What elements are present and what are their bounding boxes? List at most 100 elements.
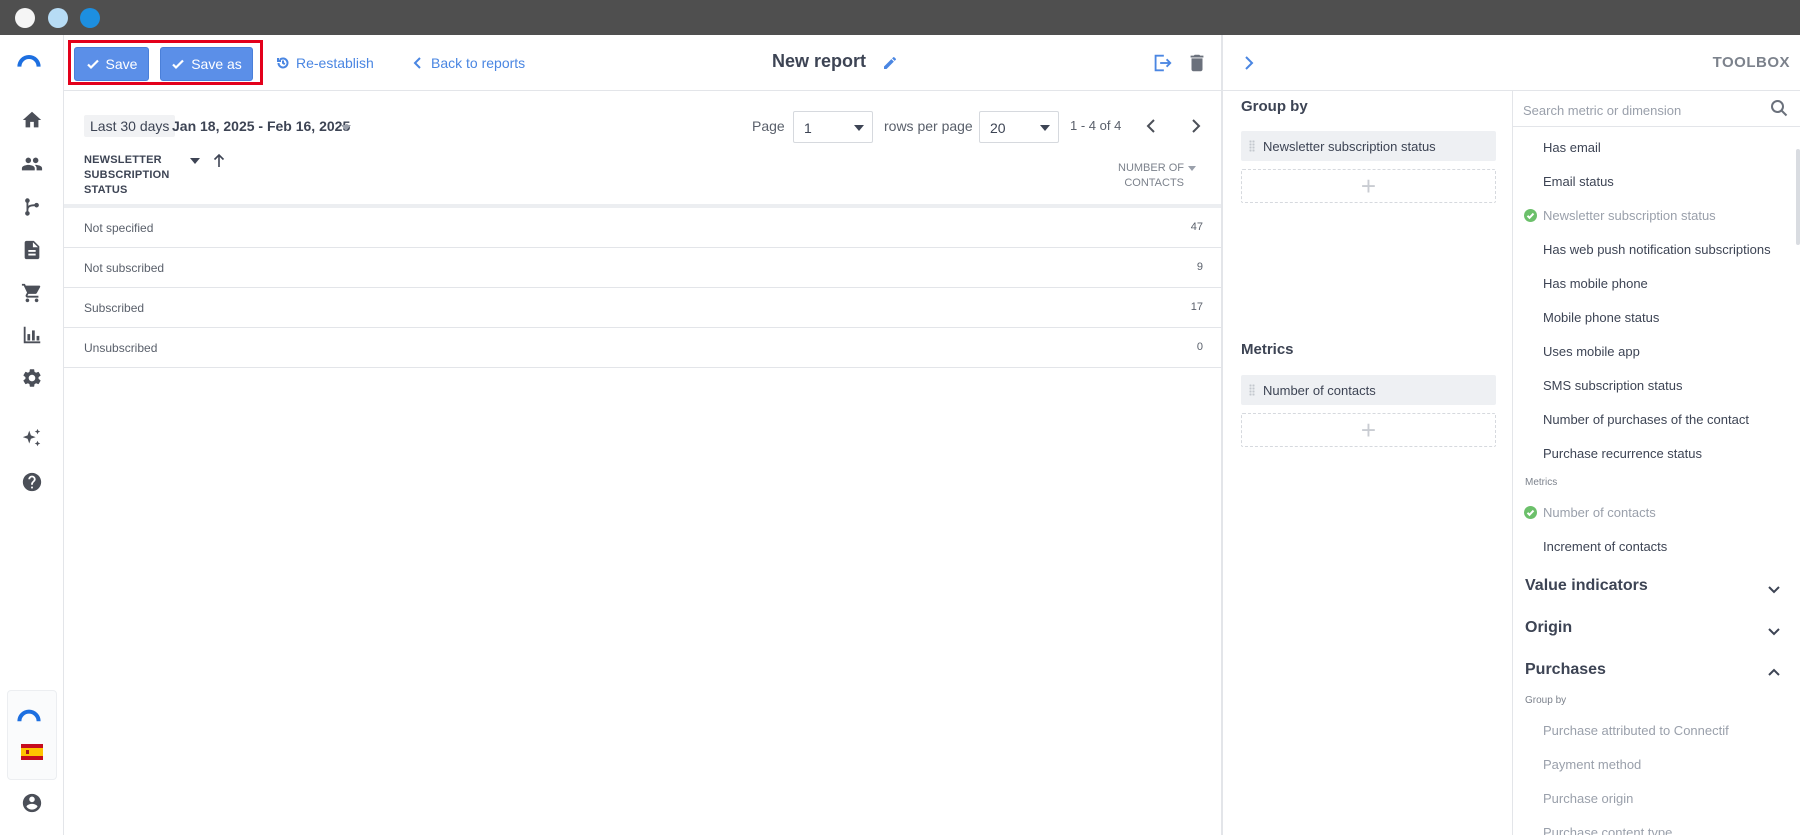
toolbox-scrollbar[interactable] [1796, 149, 1800, 245]
window-close-dot[interactable] [15, 8, 35, 28]
toolbox-item: Newsletter subscription status [1543, 208, 1716, 223]
toolbox-item[interactable]: Purchase attributed to Connectif [1543, 723, 1729, 738]
window-minimize-dot[interactable] [48, 8, 68, 28]
toolbox-item[interactable]: Payment method [1543, 757, 1641, 772]
reestablish-label: Re-establish [296, 55, 374, 71]
section-value-indicators[interactable]: Value indicators [1525, 577, 1648, 595]
toolbox-item[interactable]: Mobile phone status [1543, 310, 1659, 325]
table-row[interactable]: Not subscribed 9 [64, 248, 1221, 288]
app-logo-icon[interactable] [17, 49, 41, 73]
page-select[interactable]: 1 [793, 111, 873, 143]
chevron-left-icon [1146, 119, 1155, 133]
caret-down-icon [854, 125, 864, 131]
metric-chip-label: Number of contacts [1263, 382, 1376, 398]
save-as-button[interactable]: Save as [160, 47, 253, 81]
cart-icon[interactable] [20, 281, 44, 305]
export-icon[interactable] [1150, 51, 1174, 75]
sparkles-icon[interactable] [20, 426, 44, 450]
chevron-right-icon [1192, 119, 1201, 133]
table-row[interactable]: Subscribed 17 [64, 288, 1221, 328]
rows-per-page-select[interactable]: 20 [979, 111, 1059, 143]
config-panel: TOOLBOX Group by Newsletter subscription… [1221, 35, 1800, 835]
report-main: Save Save as Re-establish Back to report… [64, 35, 1221, 835]
cell-count: 0 [1196, 341, 1203, 353]
toolbox-item[interactable]: Has web push notification subscriptions [1543, 242, 1771, 257]
section-purchases[interactable]: Purchases [1525, 661, 1606, 679]
help-icon[interactable] [20, 470, 44, 494]
toolbox-item[interactable]: Has email [1543, 140, 1601, 155]
metrics-title: Metrics [1241, 341, 1294, 358]
save-button-label: Save [105, 56, 138, 72]
save-as-button-label: Save as [191, 56, 242, 72]
collapse-panel-button[interactable] [1239, 53, 1259, 73]
column-header-status[interactable]: Newsletter subscription status [84, 153, 174, 198]
caret-down-icon [1040, 125, 1050, 131]
table-row[interactable]: Not specified 47 [64, 208, 1221, 248]
toolbox-item[interactable]: Purchase recurrence status [1543, 446, 1702, 461]
search-icon[interactable] [1770, 99, 1790, 119]
report-toolbar: Save Save as Re-establish Back to report… [64, 35, 1221, 91]
cell-status: Not specified [84, 221, 154, 235]
sort-ascending-icon[interactable] [212, 153, 226, 169]
chevron-up-icon[interactable] [1766, 665, 1782, 681]
contacts-icon[interactable] [20, 152, 44, 176]
home-icon[interactable] [20, 108, 44, 132]
rows-per-page-label: rows per page [884, 118, 973, 134]
cell-status: Subscribed [84, 301, 145, 315]
selected-check-icon [1524, 506, 1537, 519]
metric-chip[interactable]: Number of contacts [1241, 375, 1496, 405]
contacts-column-menu-icon[interactable] [1188, 166, 1196, 171]
metrics-dropzone[interactable]: + [1241, 413, 1496, 447]
group-by-chip[interactable]: Newsletter subscription status [1241, 131, 1496, 161]
history-icon [277, 57, 289, 69]
cell-count: 47 [1190, 221, 1203, 233]
status-column-menu-icon[interactable] [190, 158, 200, 164]
window-maximize-dot[interactable] [80, 8, 100, 28]
toolbox-item: Number of contacts [1543, 505, 1656, 520]
chevron-down-icon[interactable] [1766, 581, 1782, 597]
search-input[interactable] [1523, 99, 1753, 121]
section-origin[interactable]: Origin [1525, 619, 1572, 637]
toolbox-item[interactable]: Has mobile phone [1543, 276, 1648, 291]
table-row[interactable]: Unsubscribed 0 [64, 328, 1221, 368]
toolbox-item[interactable]: Increment of contacts [1543, 539, 1667, 554]
toolbox-item[interactable]: Number of purchases of the contact [1543, 412, 1749, 427]
chevron-left-icon [413, 57, 421, 69]
delete-icon[interactable] [1185, 51, 1209, 75]
brand-logo-icon[interactable] [17, 702, 41, 726]
column-header-contacts[interactable]: Number of contacts [1104, 161, 1184, 191]
back-to-reports-label: Back to reports [431, 55, 526, 71]
toolbox-item[interactable]: Purchase content type [1543, 825, 1672, 835]
date-preset[interactable]: Last 30 days [84, 115, 176, 137]
spain-flag-icon[interactable] [20, 740, 44, 764]
toolbox-item[interactable]: Uses mobile app [1543, 344, 1640, 359]
date-dropdown-caret-icon[interactable] [341, 125, 351, 131]
bar-chart-icon[interactable] [20, 323, 44, 347]
chevron-down-icon[interactable] [1766, 623, 1782, 639]
selected-check-icon [1524, 209, 1537, 222]
reestablish-link[interactable]: Re-establish [276, 55, 374, 71]
settings-icon[interactable] [20, 366, 44, 390]
date-range[interactable]: Jan 18, 2025 - Feb 16, 2025 [172, 118, 350, 134]
user-account-icon[interactable] [20, 791, 44, 815]
next-page-button[interactable] [1184, 115, 1206, 137]
save-button[interactable]: Save [74, 47, 149, 81]
pagination-range: 1 - 4 of 4 [1070, 118, 1122, 133]
toolbox-item[interactable]: Purchase origin [1543, 791, 1633, 806]
rows-per-page-value: 20 [990, 120, 1006, 136]
back-to-reports-link[interactable]: Back to reports [411, 55, 525, 71]
toolbox-item[interactable]: Email status [1543, 174, 1614, 189]
flows-icon[interactable] [20, 195, 44, 219]
previous-page-button[interactable] [1141, 115, 1163, 137]
edit-title-icon[interactable] [882, 55, 898, 71]
group-by-dropzone[interactable]: + [1241, 169, 1496, 203]
document-icon[interactable] [20, 238, 44, 262]
page-select-value: 1 [804, 120, 812, 136]
cell-status: Unsubscribed [84, 341, 158, 355]
toolbox-item[interactable]: SMS subscription status [1543, 378, 1682, 393]
cell-status: Not subscribed [84, 261, 165, 275]
drag-handle-icon[interactable] [1249, 140, 1255, 152]
metrics-caption: Metrics [1525, 477, 1558, 488]
sidebar [0, 35, 64, 835]
drag-handle-icon[interactable] [1249, 384, 1255, 396]
